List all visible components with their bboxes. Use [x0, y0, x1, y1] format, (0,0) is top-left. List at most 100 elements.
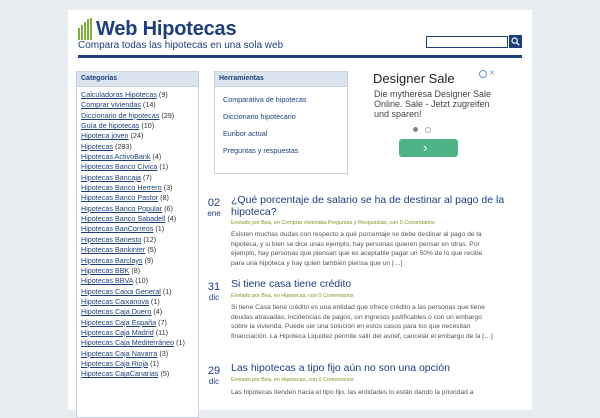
category-count: (12) — [143, 234, 157, 244]
tool-link[interactable]: Preguntas y respuestas — [223, 146, 299, 155]
category-link[interactable]: Hipotecas Caja Rioja — [81, 359, 148, 368]
category-link[interactable]: Hipotecas Banco Sabadell — [81, 214, 165, 223]
category-link[interactable]: Hipotecas Caja Madrid — [81, 328, 154, 337]
ad-cta-button[interactable]: › — [399, 139, 458, 157]
category-count: (5) — [147, 245, 157, 255]
category-link[interactable]: Hipotecas Caja Mediterráneo — [81, 338, 174, 347]
category-item: Hipotecas Bankinter (5) — [81, 245, 194, 255]
post-excerpt: Las hipotecas tienden hacia el tipo fijo… — [231, 389, 474, 396]
post-title[interactable]: Si tiene casa tiene crédito — [231, 278, 521, 290]
category-count: (4) — [152, 152, 162, 162]
category-item: Hipotecas CajaCanarias (5) — [81, 369, 194, 379]
page-container: Web Hipotecas Compara todas las hipoteca… — [68, 10, 532, 418]
category-item: Hipotecas BBVA (10) — [81, 276, 194, 286]
category-count: (283) — [114, 141, 132, 151]
category-item: Hipotecas Caja Duero (4) — [81, 307, 194, 317]
category-count: (7) — [158, 317, 167, 327]
category-count: (5) — [160, 369, 170, 379]
category-link[interactable]: Hipotecas — [81, 142, 113, 151]
category-item: Hipotecas Barclays (9) — [81, 256, 194, 266]
category-count: (1) — [159, 162, 169, 172]
post-day: 02 — [207, 197, 221, 209]
category-link[interactable]: Hipotecas Banco Herrero — [81, 183, 162, 192]
category-link[interactable]: Hipotecas Caja España — [81, 318, 156, 327]
category-link[interactable]: Hipotecas BBVA — [81, 276, 133, 285]
category-link[interactable]: Comprar viviendas — [81, 100, 141, 109]
tool-item: Diccionario hipotecario — [223, 108, 339, 125]
category-item: Hipotecas Banco Pastor (8) — [81, 193, 194, 203]
category-link[interactable]: Hipotecas Bancaja — [81, 173, 141, 182]
category-link[interactable]: Hipotecas CajaCanarias — [81, 369, 159, 378]
category-item: Diccionario de hipotecas (29) — [81, 111, 194, 121]
category-item: Hipotecas (283) — [81, 142, 194, 152]
category-count: (1) — [176, 338, 185, 348]
category-item: Hipotecas Banco Popular (6) — [81, 204, 194, 214]
category-item: Guía de hipotecas (10) — [81, 121, 194, 131]
categories-panel: Categorías Calculadoras Hipotecas (9) Com… — [76, 71, 199, 418]
category-count: (10) — [141, 121, 155, 131]
advertisement[interactable]: ✕ Designer Sale Die mytheresa Designer S… — [362, 68, 497, 172]
category-count: (3) — [163, 183, 173, 193]
post-meta: Enviado por Bea, en Hipotecas, con 0 Com… — [231, 377, 354, 383]
post-date: 02 ene — [204, 197, 224, 219]
tool-item: Comparativa de hipotecas — [223, 91, 339, 108]
category-link[interactable]: Hipotecas Banco Pastor — [81, 193, 158, 202]
category-count: (8) — [160, 193, 169, 203]
category-link[interactable]: Hipotecas Banco Cívica — [81, 162, 157, 171]
category-link[interactable]: Diccionario de hipotecas — [81, 111, 159, 120]
category-link[interactable]: Hipotecas Banco Popular — [81, 204, 162, 213]
tool-item: Preguntas y respuestas — [223, 142, 339, 159]
category-item: Hipotecas Caixanova (1) — [81, 297, 194, 307]
ad-title[interactable]: Designer Sale — [373, 71, 455, 86]
category-item: Hipotecas Caja Rioja (1) — [81, 359, 194, 369]
post-title-link[interactable]: Las hipotecas a tipo fijo aún no son una… — [231, 362, 450, 374]
post-meta: Enviado por Bea, en Comprar viviendas,Pr… — [231, 220, 435, 226]
category-link[interactable]: Hipotecas BBK — [81, 266, 129, 275]
post-title-link[interactable]: ¿Qué porcentaje de salario se ha de dest… — [231, 194, 504, 218]
category-item: Hipotecas Caja Navarra (3) — [81, 349, 194, 359]
logo-bars-icon — [78, 18, 92, 40]
header-divider — [78, 55, 522, 58]
category-link[interactable]: Hipotecas Bankinter — [81, 245, 145, 254]
category-link[interactable]: Hipotecas Caixanova — [81, 297, 149, 306]
category-count: (4) — [167, 214, 177, 224]
post-date: 31 dic — [204, 281, 224, 303]
category-item: Hipotecas BBK (8) — [81, 266, 194, 276]
category-item: Hipotecas Caja Madrid (11) — [81, 328, 194, 338]
carousel-dot-active[interactable] — [413, 127, 418, 132]
category-link[interactable]: Calculadoras Hipotecas — [81, 90, 157, 99]
post-day: 29 — [207, 365, 221, 377]
ad-text[interactable]: Die mytheresa Designer Sale Online. Sale… — [374, 89, 492, 119]
post-title[interactable]: ¿Qué porcentaje de salario se ha de dest… — [231, 194, 521, 218]
category-link[interactable]: Hipoteca joven — [81, 131, 129, 140]
post-title[interactable]: Las hipotecas a tipo fijo aún no son una… — [231, 362, 521, 374]
ad-choices-icon[interactable] — [479, 70, 487, 78]
category-link[interactable]: Hipotecas Caja Duero — [81, 307, 151, 316]
category-link[interactable]: Hipotecas BanCorreos — [81, 224, 153, 233]
post-meta: Enviado por Bea, en Hipotecas, con 0 Com… — [231, 293, 354, 299]
category-count: (1) — [150, 296, 160, 306]
category-link[interactable]: Hipotecas Banesto — [81, 235, 141, 244]
category-count: (3) — [159, 348, 169, 358]
search-button[interactable] — [509, 35, 522, 48]
categories-list: Calculadoras Hipotecas (9) Comprar vivien… — [77, 87, 198, 383]
post-title-link[interactable]: Si tiene casa tiene crédito — [231, 278, 351, 290]
category-count: (9) — [158, 90, 168, 99]
category-item: Comprar viviendas (14) — [81, 100, 194, 110]
tool-link[interactable]: Euribor actual — [223, 129, 267, 138]
carousel-dot[interactable] — [425, 127, 431, 133]
site-tagline: Compara todas las hipotecas en una sola … — [78, 40, 284, 51]
category-link[interactable]: Hipotecas ActivoBank — [81, 152, 151, 161]
category-count: (8) — [131, 265, 141, 275]
category-link[interactable]: Hipotecas Caixa General — [81, 287, 161, 296]
search-input[interactable] — [426, 36, 508, 48]
category-link[interactable]: Hipotecas Caja Navarra — [81, 349, 157, 358]
site-title[interactable]: Web Hipotecas — [96, 18, 237, 41]
tool-link[interactable]: Comparativa de hipotecas — [223, 95, 307, 104]
category-item: Hipotecas Caixa General (1) — [81, 287, 194, 297]
category-link[interactable]: Hipotecas Barclays — [81, 256, 143, 265]
tool-link[interactable]: Diccionario hipotecario — [223, 112, 296, 121]
category-item: Hipotecas Banco Herrero (3) — [81, 183, 194, 193]
category-link[interactable]: Guía de hipotecas — [81, 121, 139, 130]
ad-close-icon[interactable]: ✕ — [488, 70, 496, 78]
